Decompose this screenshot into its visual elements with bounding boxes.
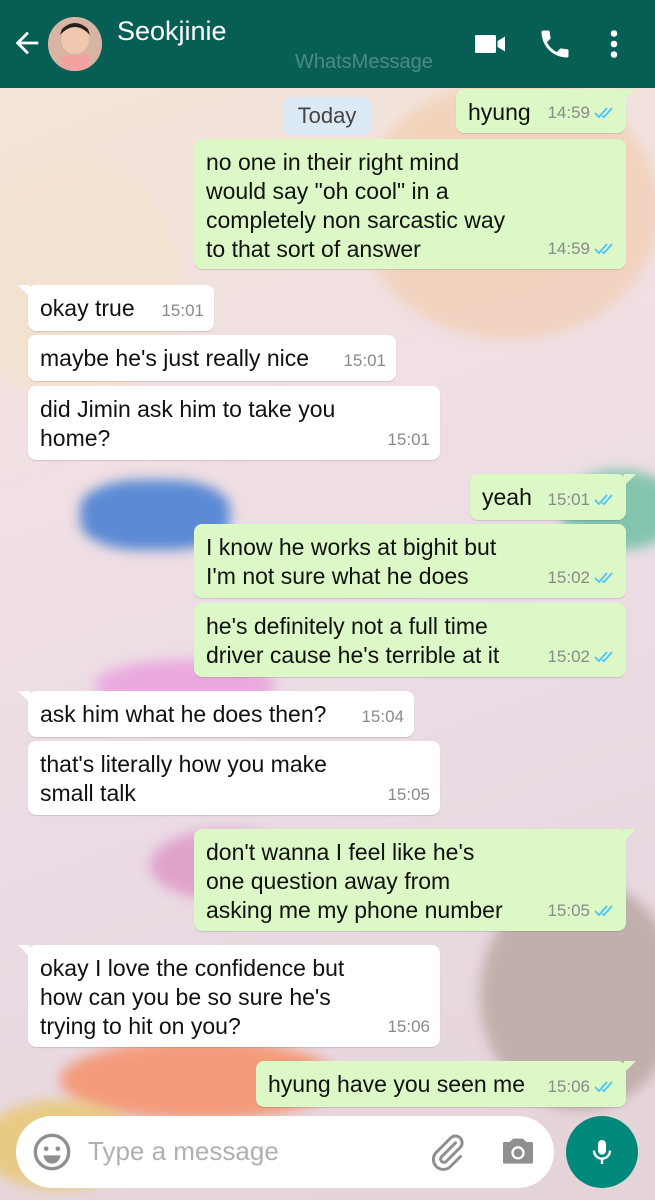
read-receipt-icon bbox=[594, 571, 613, 583]
mic-button[interactable] bbox=[566, 1116, 638, 1188]
message-text: he's definitely not a full time driver c… bbox=[206, 613, 500, 668]
message-meta: 15:04 bbox=[361, 702, 404, 731]
message-time: 15:05 bbox=[387, 785, 430, 804]
message-bubble-outgoing[interactable]: hyung 14:59 bbox=[456, 89, 636, 133]
bubble-tail bbox=[624, 474, 636, 486]
message-text: that's literally how you make small talk bbox=[40, 751, 327, 806]
read-receipt-icon bbox=[594, 242, 613, 254]
message-meta: 15:01 bbox=[387, 425, 430, 454]
message-time: 15:02 bbox=[547, 568, 590, 587]
watermark-text: WhatsMessage bbox=[295, 51, 433, 73]
message-meta: 15:02 bbox=[547, 563, 616, 592]
read-receipt-icon bbox=[594, 1080, 613, 1092]
message-time: 14:59 bbox=[547, 103, 590, 122]
message-bubble-incoming[interactable]: ask him what he does then? 15:04 bbox=[18, 691, 414, 737]
message-input[interactable]: Type a message bbox=[88, 1136, 279, 1167]
date-chip: Today bbox=[283, 97, 371, 135]
message-meta: 15:01 bbox=[547, 485, 616, 514]
message-time: 15:02 bbox=[547, 647, 590, 666]
message-meta: 15:05 bbox=[387, 780, 430, 809]
attach-icon[interactable] bbox=[428, 1132, 468, 1172]
message-text: yeah bbox=[482, 484, 532, 510]
message-meta: 15:01 bbox=[161, 296, 204, 325]
read-receipt-icon bbox=[594, 493, 613, 505]
emoji-icon[interactable] bbox=[32, 1132, 72, 1172]
message-text: okay true bbox=[40, 295, 135, 321]
phone-icon[interactable] bbox=[535, 26, 575, 62]
message-time: 14:59 bbox=[547, 239, 590, 258]
avatar[interactable] bbox=[48, 17, 102, 71]
bubble-tail bbox=[624, 1061, 636, 1073]
message-time: 15:01 bbox=[343, 351, 386, 370]
bubble-tail bbox=[624, 89, 636, 101]
message-time: 15:06 bbox=[387, 1017, 430, 1036]
message-meta: 15:06 bbox=[387, 1012, 430, 1041]
read-receipt-icon bbox=[594, 650, 613, 662]
message-text: don't wanna I feel like he's one questio… bbox=[206, 839, 503, 923]
message-text: okay I love the confidence but how can y… bbox=[40, 955, 345, 1039]
more-options-icon[interactable] bbox=[596, 26, 632, 62]
contact-name[interactable]: Seokjinie bbox=[117, 16, 227, 47]
read-receipt-icon bbox=[594, 106, 613, 118]
read-receipt-icon bbox=[594, 904, 613, 916]
message-bubble-outgoing[interactable]: don't wanna I feel like he's one questio… bbox=[194, 829, 636, 931]
message-input-bar[interactable]: Type a message bbox=[16, 1116, 554, 1188]
message-time: 15:06 bbox=[547, 1077, 590, 1096]
message-text: did Jimin ask him to take you home? bbox=[40, 396, 336, 451]
video-call-icon[interactable] bbox=[470, 26, 510, 62]
message-bubble-incoming[interactable]: that's literally how you make small talk… bbox=[28, 741, 440, 815]
message-text: maybe he's just really nice bbox=[40, 345, 310, 371]
message-time: 15:04 bbox=[361, 707, 404, 726]
message-meta: 15:05 bbox=[547, 896, 616, 925]
message-text: I know he works at bighit but I'm not su… bbox=[206, 534, 497, 589]
message-meta: 14:59 bbox=[547, 98, 616, 127]
message-time: 15:01 bbox=[547, 490, 590, 509]
message-bubble-outgoing[interactable]: yeah 15:01 bbox=[470, 474, 636, 520]
message-bubble-outgoing[interactable]: hyung have you seen me 15:06 bbox=[256, 1061, 636, 1107]
message-text: hyung have you seen me bbox=[268, 1071, 526, 1097]
message-bubble-outgoing[interactable]: he's definitely not a full time driver c… bbox=[194, 603, 626, 677]
message-text: no one in their right mind would say "oh… bbox=[206, 149, 506, 262]
message-time: 15:01 bbox=[161, 301, 204, 320]
bubble-tail bbox=[18, 945, 30, 957]
bubble-tail bbox=[624, 829, 636, 841]
message-bubble-outgoing[interactable]: no one in their right mind would say "oh… bbox=[194, 139, 626, 269]
chat-header: Seokjinie WhatsMessage bbox=[0, 0, 655, 88]
bubble-tail bbox=[18, 285, 30, 297]
message-meta: 15:01 bbox=[343, 346, 386, 375]
message-bubble-outgoing[interactable]: I know he works at bighit but I'm not su… bbox=[194, 524, 626, 598]
message-text: hyung bbox=[468, 99, 531, 125]
message-bubble-incoming[interactable]: did Jimin ask him to take you home? 15:0… bbox=[28, 386, 440, 460]
message-bubble-incoming[interactable]: okay true 15:01 bbox=[18, 285, 214, 331]
message-bubble-incoming[interactable]: maybe he's just really nice 15:01 bbox=[28, 335, 396, 381]
message-meta: 15:06 bbox=[547, 1072, 616, 1101]
message-meta: 15:02 bbox=[547, 642, 616, 671]
message-meta: 14:59 bbox=[547, 234, 616, 263]
back-arrow-icon[interactable] bbox=[10, 26, 44, 60]
bubble-tail bbox=[18, 691, 30, 703]
mic-icon bbox=[592, 1140, 612, 1164]
camera-icon[interactable] bbox=[498, 1132, 538, 1172]
message-bubble-incoming[interactable]: okay I love the confidence but how can y… bbox=[18, 945, 440, 1047]
message-text: ask him what he does then? bbox=[40, 701, 327, 727]
message-time: 15:05 bbox=[547, 901, 590, 920]
message-time: 15:01 bbox=[387, 430, 430, 449]
